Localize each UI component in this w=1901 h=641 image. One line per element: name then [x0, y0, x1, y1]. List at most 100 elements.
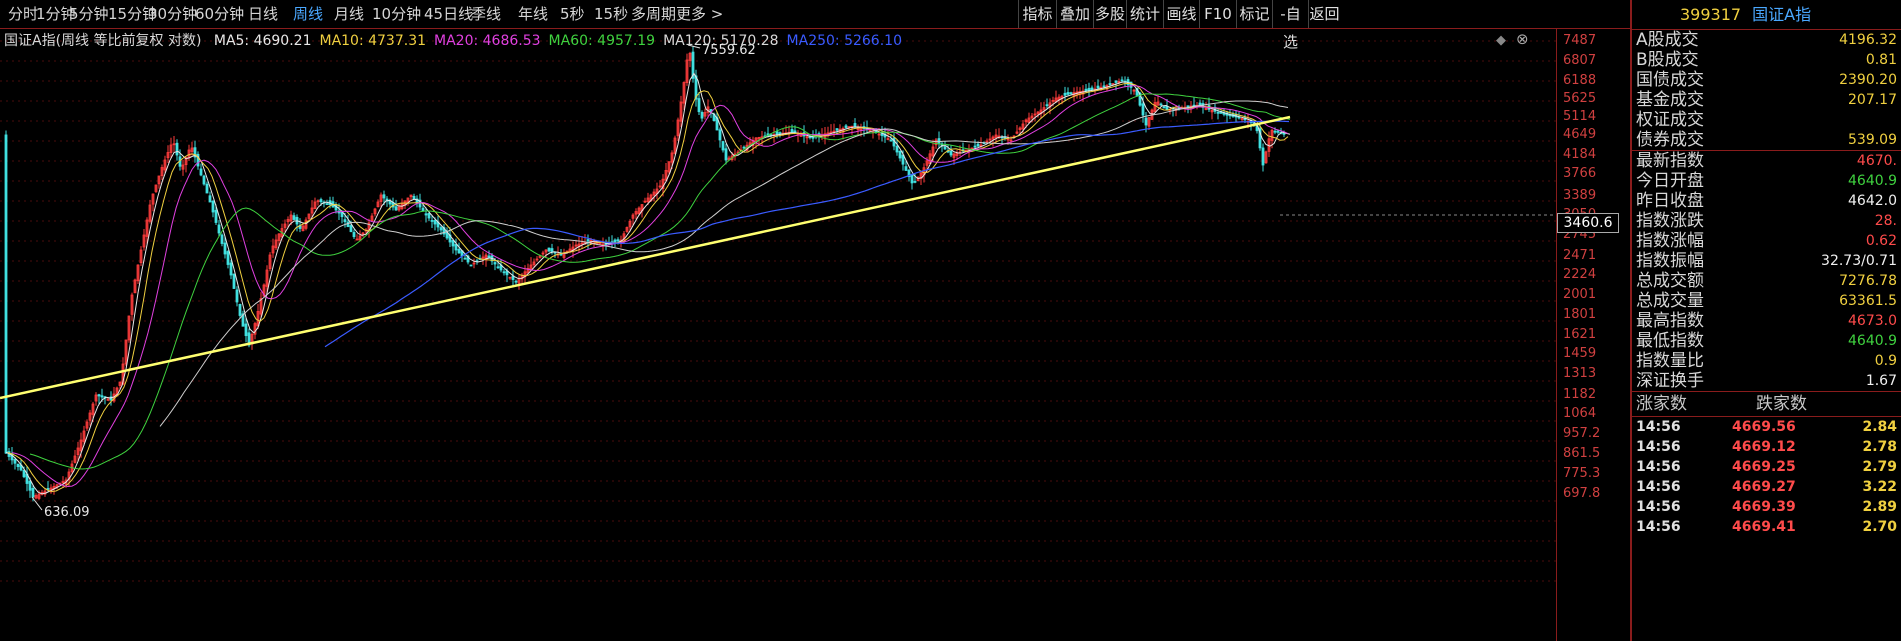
period-tab-4[interactable]: 30分钟: [148, 0, 197, 28]
quote-value: 7276.78: [1839, 273, 1897, 289]
tool-button-3[interactable]: 统计: [1126, 0, 1163, 28]
tool-button-5[interactable]: F10: [1199, 0, 1236, 28]
tool-button-8[interactable]: 返回: [1308, 0, 1340, 28]
period-tab-6[interactable]: 日线: [248, 0, 278, 28]
candle-body: [742, 146, 746, 149]
candle-body: [343, 219, 347, 223]
axis-tick-label: 1801: [1563, 307, 1597, 322]
candle-body: [22, 469, 26, 478]
candle-body: [202, 175, 206, 185]
candle-body: [223, 242, 227, 255]
trade-row: 14:56 4669.12 2.78: [1632, 437, 1901, 457]
candle-body: [100, 395, 104, 398]
candle-body: [616, 239, 620, 242]
quote-value: 32.73/0.71: [1821, 253, 1897, 269]
chart-title: 国证A指(周线 等比前复权 对数): [4, 33, 202, 49]
candlestick-chart-canvas[interactable]: 7559.62636.09: [0, 29, 1556, 641]
ma250-line: [324, 120, 1290, 348]
axis-tick-label: 2224: [1563, 267, 1597, 282]
quote-value: 1.67: [1865, 373, 1897, 389]
candle-body: [613, 239, 617, 243]
quote-row: A股成交 4196.32: [1632, 30, 1901, 50]
quote-value: 63361.5: [1839, 293, 1897, 309]
panel-title: 399317 国证A指: [1632, 0, 1901, 30]
close-icon[interactable]: ⊗: [1516, 30, 1529, 48]
candle-body: [889, 139, 893, 142]
quote-value: 28.: [1874, 213, 1897, 229]
candle-body: [430, 220, 434, 222]
period-tab-13[interactable]: 5秒: [560, 0, 585, 28]
candle-body: [13, 458, 17, 464]
tool-button-0[interactable]: 指标: [1018, 0, 1056, 28]
quote-value: 4670.: [1856, 153, 1897, 169]
trade-volume: 2.84: [1862, 419, 1897, 435]
candle-body: [697, 98, 701, 113]
tool-button-6[interactable]: 标记: [1236, 0, 1272, 28]
period-tab-5[interactable]: 60分钟: [195, 0, 244, 28]
quote-label: 权证成交: [1636, 110, 1704, 130]
candle-body: [1186, 105, 1190, 108]
quote-row: 基金成交 207.17: [1632, 90, 1901, 110]
period-tab-16[interactable]: 更多 >: [676, 0, 723, 28]
axis-tick-label: 1459: [1563, 346, 1597, 361]
period-tab-2[interactable]: 5分钟: [69, 0, 109, 28]
trade-row: 14:56 4669.39 2.89: [1632, 497, 1901, 517]
axis-tick-label: 1182: [1563, 387, 1597, 402]
candle-body: [349, 225, 353, 233]
period-tab-0[interactable]: 分时: [8, 0, 38, 28]
axis-tick-label: 5625: [1563, 91, 1597, 106]
candle-body: [835, 128, 839, 131]
quote-label: 指数涨跌: [1636, 211, 1704, 231]
candle-body: [1069, 92, 1073, 95]
candle-body: [31, 487, 35, 498]
quote-row: 最新指数 4670.: [1632, 150, 1901, 171]
trade-time: 14:56: [1636, 459, 1681, 475]
candle-body: [1102, 85, 1106, 88]
quote-value: 4642.0: [1848, 193, 1897, 209]
axis-tick-label: 5114: [1563, 109, 1597, 124]
candle-body: [973, 145, 977, 148]
candle-body: [1120, 79, 1124, 82]
candle-body: [775, 131, 779, 135]
candle-body: [211, 200, 215, 213]
ma5-line: [5, 72, 1291, 495]
quote-label: A股成交: [1636, 30, 1699, 50]
tool-button-7[interactable]: -自选: [1272, 0, 1308, 51]
tool-button-4[interactable]: 画线: [1163, 0, 1199, 28]
quote-value: 0.62: [1865, 233, 1897, 249]
candle-body: [421, 207, 425, 212]
candle-body: [937, 138, 941, 144]
quote-label: 国债成交: [1636, 70, 1704, 90]
period-tab-7[interactable]: 周线: [293, 0, 323, 28]
quote-value: 207.17: [1848, 92, 1897, 108]
trade-price: 4669.39: [1732, 499, 1796, 515]
axis-tick-label: 861.5: [1563, 446, 1601, 461]
settings-icon[interactable]: ◆: [1496, 33, 1506, 48]
quote-label: 指数振幅: [1636, 251, 1704, 271]
trade-time: 14:56: [1636, 419, 1681, 435]
period-tab-10[interactable]: 45日线: [424, 0, 473, 28]
candle-body: [700, 112, 704, 119]
period-tab-14[interactable]: 15秒: [594, 0, 628, 28]
trade-row: 14:56 4669.56 2.84: [1632, 417, 1901, 437]
trade-price: 4669.56: [1732, 419, 1796, 435]
index-code: 399317: [1680, 5, 1742, 24]
quote-label: 昨日收盘: [1636, 191, 1704, 211]
candle-body: [463, 257, 467, 260]
low-marker-line: [31, 496, 43, 511]
candle-body: [1276, 130, 1280, 133]
tool-button-2[interactable]: 多股: [1093, 0, 1126, 28]
candle-body: [586, 239, 590, 242]
tool-button-1[interactable]: 叠加: [1056, 0, 1093, 28]
candle-body: [319, 199, 323, 203]
period-toolbar: 分时 1分钟 5分钟 15分钟 30分钟 60分钟 日线 周线 月线 10分钟 45日线 季线 年线 5秒…: [0, 0, 1630, 51]
period-tab-15[interactable]: 多周期: [631, 0, 676, 28]
kline-chart[interactable]: 7559.62 636.09: [0, 29, 1630, 641]
period-tab-11[interactable]: 季线: [471, 0, 501, 28]
price-axis: 7487680761885625511446494184376633893050…: [1556, 29, 1630, 641]
period-tab-12[interactable]: 年线: [518, 0, 548, 28]
candle-body: [175, 142, 179, 156]
candle-body: [1144, 117, 1148, 126]
period-tab-8[interactable]: 月线: [334, 0, 364, 28]
period-tab-9[interactable]: 10分钟: [372, 0, 421, 28]
